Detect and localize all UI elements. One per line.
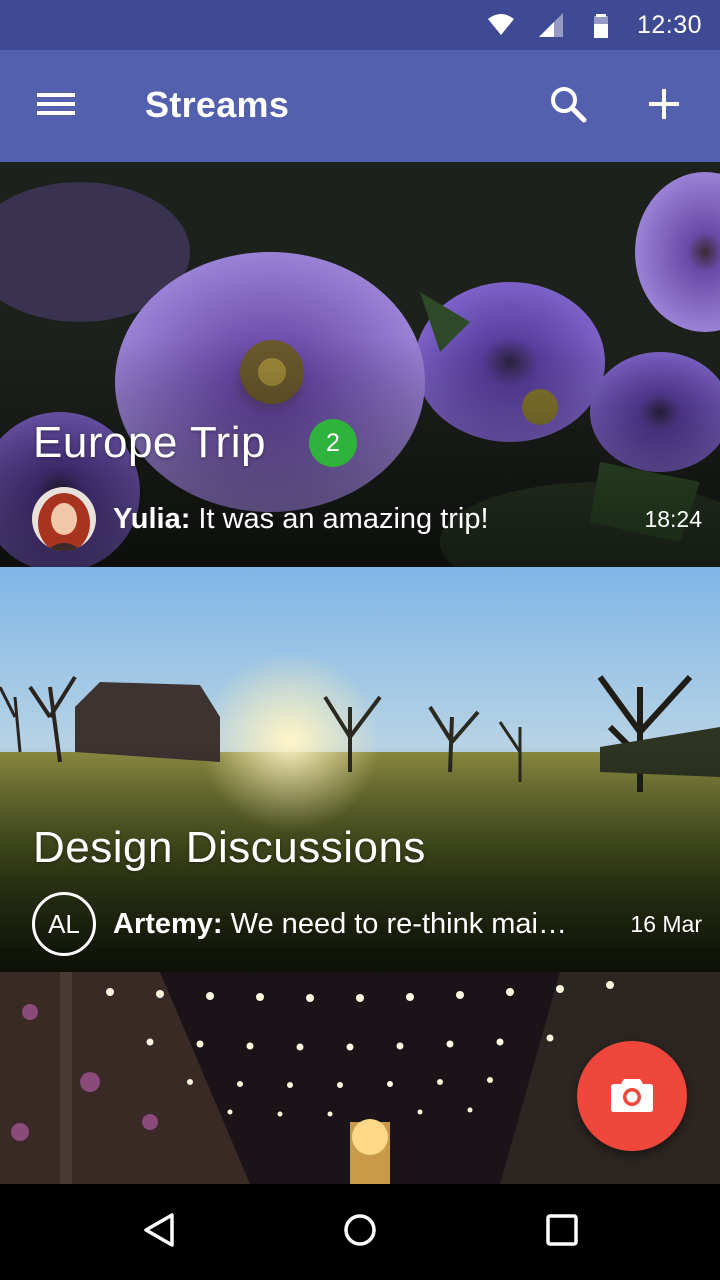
menu-button[interactable] xyxy=(26,82,86,130)
search-button[interactable] xyxy=(540,80,596,132)
stream-title: Europe Trip xyxy=(33,418,266,467)
message-preview: It was an amazing trip! xyxy=(190,502,489,535)
app-bar: Streams xyxy=(0,50,720,162)
home-button[interactable] xyxy=(332,1204,388,1260)
home-icon xyxy=(340,1210,380,1255)
status-time: 12:30 xyxy=(636,10,702,39)
message-preview: We need to re-think mai… xyxy=(222,907,567,940)
back-button[interactable] xyxy=(132,1204,188,1260)
message-sender: Artemy: xyxy=(113,907,223,940)
stream-card[interactable]: Design Discussions AL Artemy: We need to… xyxy=(0,567,720,972)
stream-card[interactable]: Europe Trip 2 Yulia: It was an amazing t… xyxy=(0,162,720,567)
camera-button[interactable] xyxy=(577,1041,687,1151)
system-nav-bar xyxy=(0,1184,720,1280)
recents-button[interactable] xyxy=(534,1204,590,1260)
avatar xyxy=(32,487,96,551)
add-icon xyxy=(648,88,680,125)
last-message: AL Artemy: We need to re-think mai… 16 M… xyxy=(32,892,702,956)
message-time: 16 Mar xyxy=(630,910,702,937)
message-time: 18:24 xyxy=(644,505,702,532)
menu-icon xyxy=(37,90,75,123)
avatar: AL xyxy=(32,892,96,956)
message-sender: Yulia: xyxy=(113,502,191,535)
last-message: Yulia: It was an amazing trip! 18:24 xyxy=(32,487,702,551)
back-icon xyxy=(140,1210,180,1255)
stream-title: Design Discussions xyxy=(33,823,426,872)
page-title: Streams xyxy=(145,84,290,125)
wifi-icon xyxy=(487,11,515,39)
status-bar: 12:30 xyxy=(0,0,720,50)
add-stream-button[interactable] xyxy=(634,80,694,132)
unread-badge: 2 xyxy=(309,419,357,467)
recents-icon xyxy=(542,1210,582,1255)
search-icon xyxy=(548,84,588,129)
cellular-signal-icon xyxy=(537,11,565,39)
battery-icon xyxy=(587,11,615,39)
camera-icon xyxy=(610,1075,654,1118)
